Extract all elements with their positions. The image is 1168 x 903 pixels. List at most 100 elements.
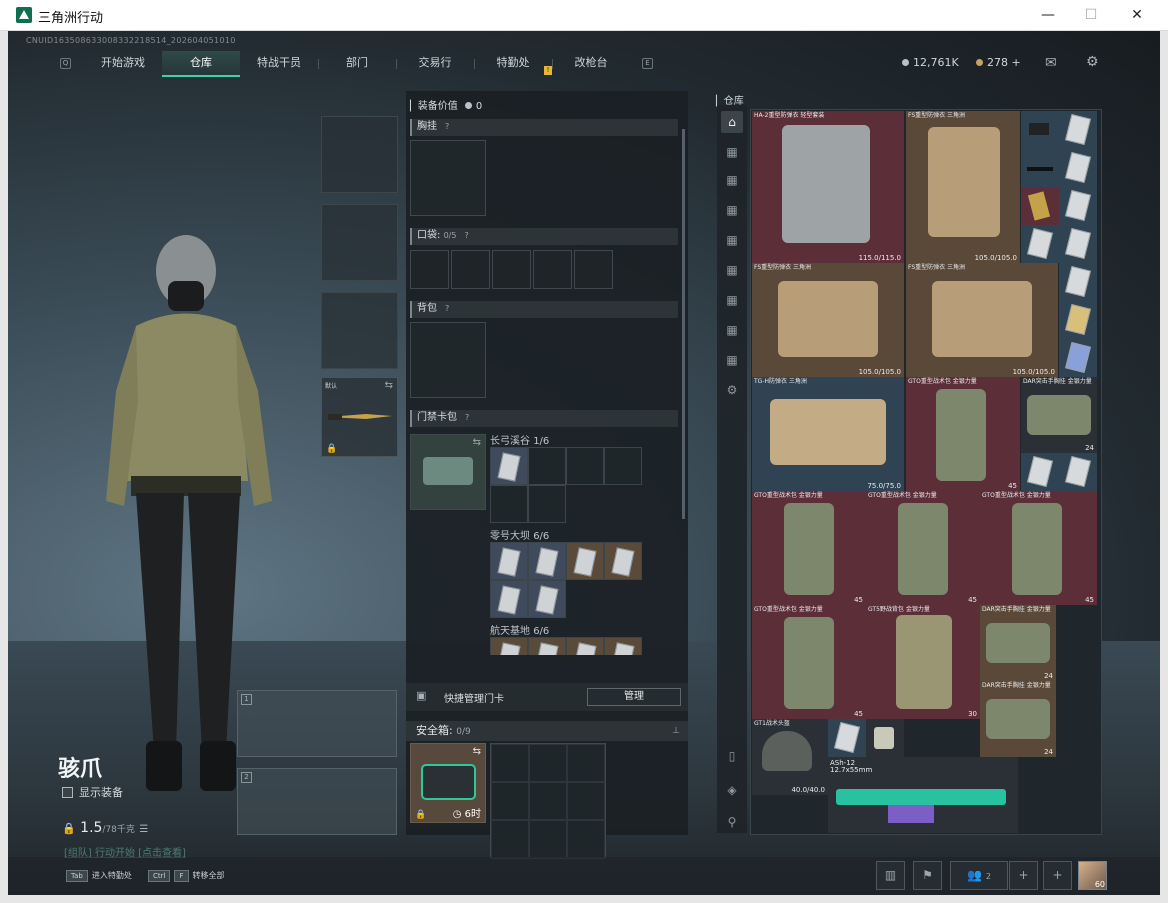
close-button[interactable]: ✕ — [1114, 0, 1160, 31]
armor-slot[interactable] — [321, 204, 398, 281]
storage-item[interactable] — [1021, 111, 1059, 149]
pin-icon[interactable]: ⊥ — [672, 721, 680, 741]
storage-page-icon[interactable]: ▦ — [721, 259, 743, 281]
storage-item[interactable]: GTO重型战术包 金银力量 45 — [866, 491, 980, 605]
list-icon[interactable]: ☰ — [139, 824, 148, 835]
keycard-slot[interactable] — [566, 447, 604, 485]
keycard-item[interactable] — [604, 637, 642, 655]
keycard-slot[interactable] — [490, 485, 528, 523]
transfer-all-hint[interactable]: Ctrl F 转移全部 — [148, 870, 225, 882]
storage-page-icon[interactable]: ▦ — [721, 199, 743, 221]
storage-item[interactable]: DAR突击手胸挂 金银力量 24 — [980, 605, 1056, 681]
storage-item[interactable] — [1059, 453, 1097, 491]
enter-special-ops-hint[interactable]: Tab 进入特勤处 — [66, 870, 132, 882]
show-equipment-toggle[interactable]: 显示装备 — [62, 784, 123, 800]
chest-rig-slot[interactable] — [410, 140, 486, 216]
safe-slot[interactable] — [529, 744, 567, 782]
flag-icon[interactable]: ⚑ — [913, 861, 942, 890]
storage-item[interactable] — [866, 719, 904, 757]
swap-icon[interactable]: ⇆ — [385, 380, 393, 391]
pocket-slot[interactable] — [574, 250, 613, 289]
checkbox[interactable] — [62, 787, 73, 798]
mail-icon[interactable]: ✉ — [1045, 55, 1057, 71]
storage-item[interactable]: GT1战术头盔 40.0/40.0 — [752, 719, 828, 795]
prev-tab-key[interactable]: Q — [60, 58, 71, 69]
safe-slot[interactable] — [567, 782, 605, 820]
player-avatar[interactable]: 60 — [1078, 861, 1107, 890]
help-icon[interactable]: ? — [465, 410, 469, 426]
tab-start-game[interactable]: 开始游戏 — [84, 51, 162, 77]
storage-item[interactable] — [1059, 225, 1097, 263]
tab-operators[interactable]: 特战干员 — [240, 51, 318, 77]
safe-box-item[interactable]: ⇆ 🔒 ◷ 6时 — [410, 743, 486, 823]
add-friend-button[interactable]: + — [1043, 861, 1072, 890]
next-tab-key[interactable]: E — [642, 58, 653, 69]
storage-item[interactable]: GT5野战背包 金银力量 30 — [866, 605, 980, 719]
safe-slot[interactable] — [529, 820, 567, 858]
keycard-item[interactable] — [528, 542, 566, 580]
storage-item[interactable] — [1021, 225, 1059, 263]
safe-slot[interactable] — [491, 782, 529, 820]
swap-icon[interactable]: ⇆ — [473, 746, 481, 757]
storage-page-icon[interactable]: ▦ — [721, 169, 743, 191]
helmet-slot[interactable] — [321, 116, 398, 193]
keycard-item[interactable] — [490, 637, 528, 655]
pocket-slot[interactable] — [533, 250, 572, 289]
storage-page-icon[interactable]: ▦ — [721, 319, 743, 341]
keycard-slot[interactable] — [604, 447, 642, 485]
scrollbar[interactable] — [682, 129, 685, 519]
stats-chart-icon[interactable]: ▥ — [876, 861, 905, 890]
keycard-slot[interactable] — [528, 485, 566, 523]
storage-all-icon[interactable]: ⌂ — [721, 111, 743, 133]
storage-item[interactable] — [1021, 187, 1059, 225]
keycard-item[interactable] — [566, 637, 604, 655]
primary-weapon-slot[interactable]: 1 — [237, 690, 397, 757]
swap-icon[interactable]: ⇆ — [473, 437, 481, 448]
tab-gunsmith[interactable]: 改枪台 — [552, 51, 630, 77]
storage-item[interactable] — [1059, 187, 1097, 225]
storage-item[interactable]: GTO重型战术包 金银力量 45 — [980, 491, 1097, 605]
storage-item[interactable] — [1059, 149, 1097, 187]
tab-department[interactable]: 部门 — [318, 51, 396, 77]
storage-item[interactable]: GTO重型战术包 金银力量 45 — [752, 491, 866, 605]
storage-page-icon[interactable]: ▦ — [721, 141, 743, 163]
storage-item[interactable] — [1059, 339, 1097, 377]
safe-slot[interactable] — [567, 820, 605, 858]
help-icon[interactable]: ? — [445, 301, 449, 317]
storage-item[interactable]: GTO重型战术包 金银力量 45 — [752, 605, 866, 719]
help-icon[interactable]: ? — [445, 119, 449, 135]
safe-slot[interactable] — [491, 820, 529, 858]
filter-icon[interactable]: ⚲ — [721, 811, 743, 833]
help-icon[interactable]: ? — [464, 228, 468, 244]
storage-page-icon[interactable]: ▦ — [721, 229, 743, 251]
sort-icon[interactable]: ▯ — [721, 745, 743, 767]
premium-balance[interactable]: 278 + — [976, 56, 1021, 69]
keycard-item[interactable] — [566, 542, 604, 580]
storage-page-icon[interactable]: ▦ — [721, 289, 743, 311]
storage-item[interactable] — [828, 719, 866, 757]
squad-button[interactable]: 👥 2 — [950, 861, 1008, 890]
storage-item[interactable]: FS重型防弹衣 三角洲 105.0/105.0 — [906, 111, 1020, 263]
add-friend-button[interactable]: + — [1009, 861, 1038, 890]
storage-item[interactable]: DAR突击手胸挂 金银力量 24 — [980, 681, 1056, 757]
keycard-item[interactable] — [490, 542, 528, 580]
storage-item[interactable]: TG-H防弹衣 三角洲 75.0/75.0 — [752, 377, 904, 491]
keycard-item[interactable] — [528, 637, 566, 655]
storage-item[interactable] — [1059, 263, 1097, 301]
sidearm-slot[interactable] — [321, 292, 398, 369]
storage-item[interactable]: FS重型防弹衣 三角洲 105.0/105.0 — [752, 263, 904, 377]
safe-slot[interactable] — [567, 744, 605, 782]
minimize-button[interactable]: — — [1025, 0, 1071, 31]
storage-item[interactable]: HA-2重型防弹衣 轻型套装 115.0/115.0 — [752, 111, 904, 263]
tab-special-ops[interactable]: 特勤处 — [474, 51, 552, 77]
tab-trade[interactable]: 交易行 — [396, 51, 474, 77]
settings-gear-icon[interactable]: ⚙ — [1086, 54, 1099, 70]
stack-icon[interactable]: ◈ — [721, 779, 743, 801]
storage-item[interactable]: ASh-12 12.7x55mm — [828, 757, 1018, 833]
safe-slot[interactable] — [491, 744, 529, 782]
pocket-slot[interactable] — [451, 250, 490, 289]
storage-item[interactable] — [1021, 453, 1059, 491]
storage-item[interactable]: DAR突击手胸挂 金银力量 24 — [1021, 377, 1097, 453]
storage-page-icon[interactable]: ▦ — [721, 349, 743, 371]
keycard-item[interactable] — [604, 542, 642, 580]
